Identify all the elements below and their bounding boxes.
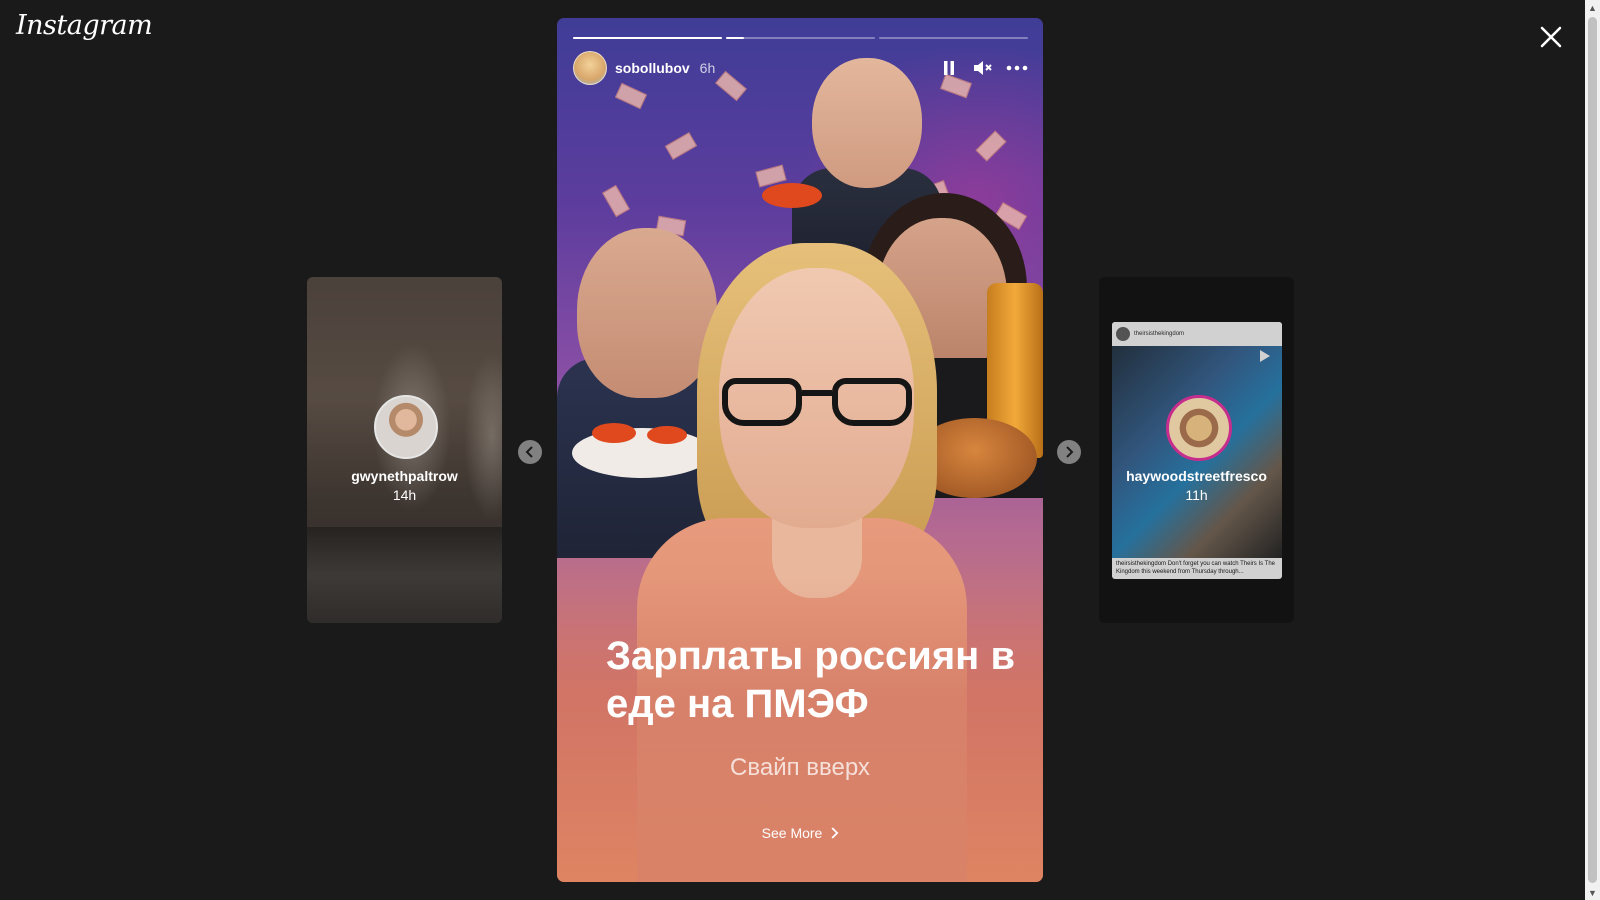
story-username[interactable]: sobollubov	[615, 60, 690, 76]
prev-story-time: 14h	[392, 487, 417, 503]
mute-button[interactable]	[971, 56, 995, 80]
prev-story-avatar	[373, 395, 438, 459]
story-avatar[interactable]	[573, 51, 607, 85]
chevron-right-icon	[831, 827, 839, 839]
close-icon	[1540, 26, 1562, 48]
chevron-left-icon	[525, 446, 533, 458]
pause-icon	[944, 61, 954, 75]
pause-button[interactable]	[937, 56, 961, 80]
chevron-right-icon	[1066, 446, 1074, 458]
prev-story-card[interactable]: gwynethpaltrow 14h	[307, 277, 502, 623]
instagram-logo[interactable]: Instagram	[16, 10, 153, 41]
next-story-button[interactable]	[1057, 440, 1081, 464]
story-header: sobollubov 6h	[573, 51, 1029, 85]
next-story-card[interactable]: theirsisthekingdom theirsisthekingdom Do…	[1099, 277, 1294, 623]
story-time: 6h	[699, 60, 716, 76]
page-scrollbar[interactable]: ▲ ▼	[1585, 0, 1600, 900]
swipe-up-text: Свайп вверх	[730, 754, 870, 781]
see-more-label: See More	[761, 825, 823, 841]
more-options-button[interactable]	[1005, 56, 1029, 80]
previous-story-button[interactable]	[518, 440, 542, 464]
prev-story-username: gwynethpaltrow	[351, 468, 458, 484]
scroll-down-arrow[interactable]: ▼	[1585, 885, 1600, 900]
story-viewer[interactable]: sobollubov 6h Зарплаты россиян в еде на …	[557, 18, 1043, 882]
speaker-muted-icon	[974, 61, 992, 75]
story-headline: Зарплаты россиян в еде на ПМЭФ	[606, 634, 1016, 726]
scroll-up-arrow[interactable]: ▲	[1585, 0, 1600, 15]
scrollbar-thumb[interactable]	[1588, 17, 1597, 883]
more-icon	[1006, 65, 1028, 71]
progress-segment	[879, 37, 1028, 39]
next-story-time: 11h	[1185, 487, 1208, 503]
progress-segment	[726, 37, 875, 39]
next-story-avatar	[1165, 395, 1232, 461]
progress-segment	[573, 37, 722, 39]
close-button[interactable]	[1536, 22, 1566, 52]
see-more-button[interactable]: See More	[762, 825, 839, 841]
next-story-username: haywoodstreetfresco	[1126, 468, 1267, 484]
story-progress	[573, 37, 1028, 39]
